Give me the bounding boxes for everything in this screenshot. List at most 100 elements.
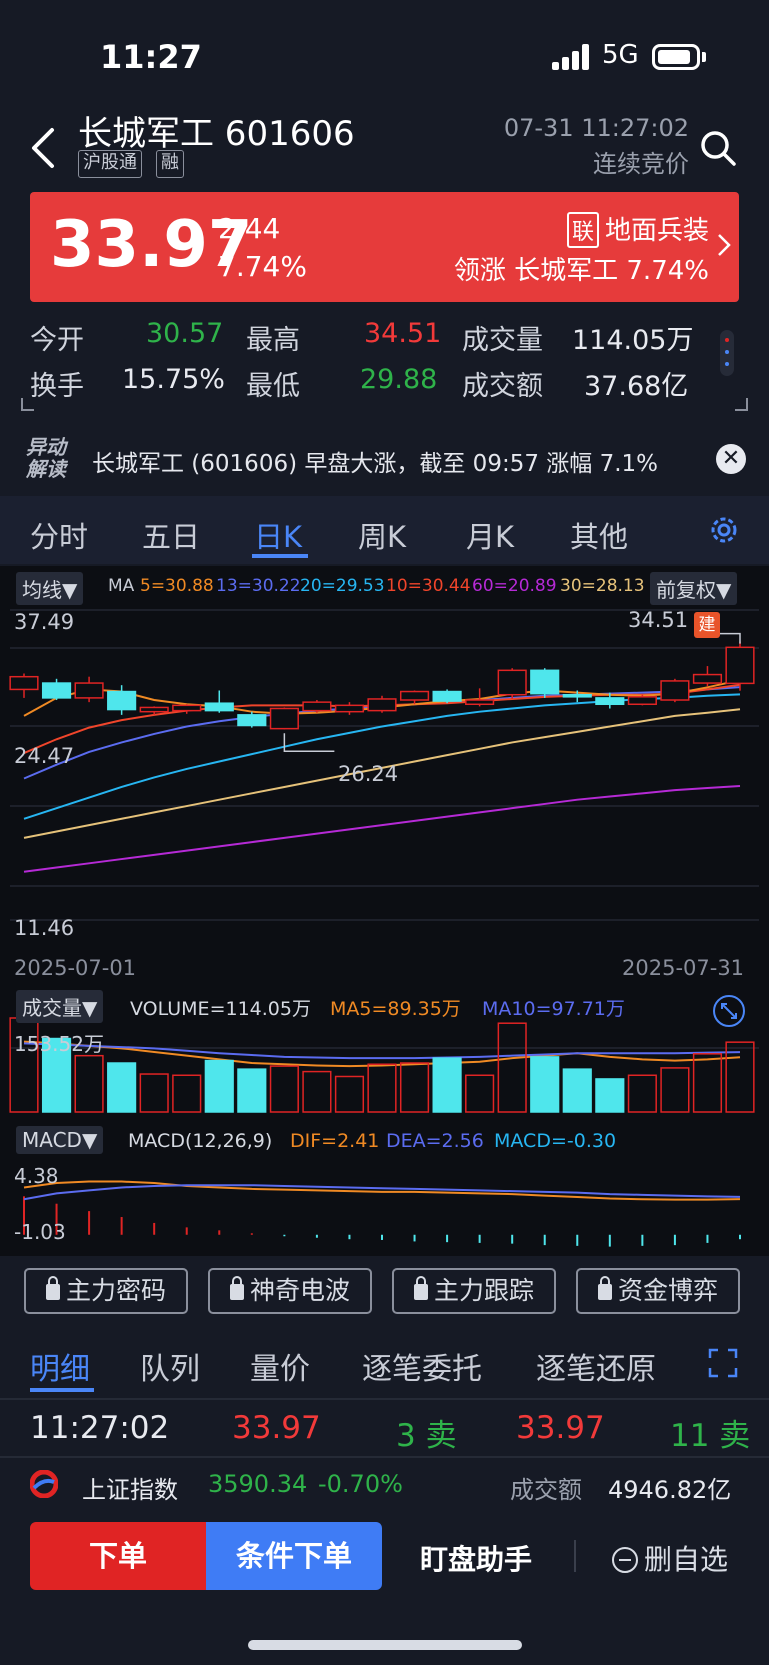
volume-label: 成交量 — [462, 325, 543, 356]
feature-fund-game[interactable]: 资金博弈 — [576, 1268, 740, 1314]
feature-magic-wave[interactable]: 神奇电波 — [208, 1268, 372, 1314]
candle-body — [302, 701, 332, 712]
subtab-order-by-order[interactable]: 逐笔委托 — [362, 1344, 482, 1388]
tab-monthly-k[interactable]: 月K — [466, 514, 514, 556]
sector-badge: 联 — [566, 212, 599, 248]
volume-bar — [172, 1074, 202, 1113]
divider — [0, 1398, 769, 1400]
price-change-pct: 7.74% — [218, 250, 307, 283]
news-headline[interactable]: 长城军工 (601606) 早盘大涨，截至 09:57 涨幅 7.1% — [92, 444, 658, 478]
high-value: 34.51 — [364, 318, 442, 349]
lock-icon — [597, 1276, 612, 1300]
gear-icon[interactable] — [706, 512, 742, 548]
low-marker — [283, 733, 335, 753]
turnover-value: 15.75% — [122, 364, 225, 395]
volume-bar — [269, 1065, 299, 1113]
lock-icon — [45, 1276, 60, 1300]
volume-dropdown[interactable]: 成交量▼ — [16, 990, 104, 1023]
conditional-order-button[interactable]: 条件下单 — [206, 1522, 382, 1590]
home-indicator — [248, 1640, 522, 1650]
open-value: 30.57 — [146, 318, 224, 349]
order-button[interactable]: 下单 — [30, 1522, 206, 1590]
ma10-value: 10=30.44 — [386, 576, 471, 596]
expand-icon[interactable] — [712, 994, 746, 1028]
volume-bar — [107, 1062, 137, 1113]
battery-icon — [652, 44, 700, 70]
candle-body — [139, 706, 169, 713]
volume-value: 114.05万 — [572, 325, 694, 356]
fullscreen-icon[interactable] — [708, 1348, 738, 1378]
candle-body — [562, 693, 592, 698]
build-badge[interactable]: 建 — [694, 612, 720, 638]
volume-bar — [237, 1068, 267, 1113]
macd-dif: DIF=2.41 — [290, 1130, 380, 1152]
subtab-detail[interactable]: 明细 — [30, 1344, 90, 1388]
subtab-volume-price[interactable]: 量价 — [250, 1344, 310, 1388]
feature-main-code[interactable]: 主力密码 — [24, 1268, 188, 1314]
volume-bar — [74, 1054, 104, 1113]
candle-body — [269, 707, 299, 730]
low-value: 29.88 — [360, 364, 438, 395]
candle-body — [41, 682, 72, 699]
sector-leader: 领涨 长城军工 7.74% — [453, 256, 709, 286]
price-change: 2.44 — [218, 212, 281, 245]
search-icon[interactable] — [698, 128, 738, 168]
tab-weekly-k[interactable]: 周K — [358, 514, 406, 556]
kline-chart[interactable] — [0, 600, 769, 1256]
volume-bar — [530, 1056, 560, 1113]
candle-body — [497, 669, 527, 696]
candle-body — [74, 682, 104, 699]
back-arrow-icon[interactable] — [24, 120, 64, 176]
volume-bar — [432, 1057, 462, 1113]
watch-helper-button[interactable]: 盯盘助手 — [420, 1538, 532, 1578]
volume-bar — [399, 1062, 430, 1113]
candle-body — [595, 697, 625, 706]
volume-bar — [367, 1063, 397, 1113]
sector-link[interactable]: 联地面兵装 — [566, 210, 709, 248]
macd-axis-top: 4.38 — [14, 1164, 59, 1188]
volume-bar — [204, 1059, 234, 1113]
remove-watchlist-button[interactable]: 删自选 — [612, 1538, 728, 1578]
close-icon[interactable]: ✕ — [716, 444, 746, 474]
low-marker-label: 26.24 — [338, 762, 399, 786]
candle-body — [237, 714, 267, 727]
subtab-queue[interactable]: 队列 — [140, 1344, 200, 1388]
tab-intraday[interactable]: 分时 — [30, 514, 88, 556]
subtab-trade-replay[interactable]: 逐笔还原 — [536, 1344, 656, 1388]
ma13-value: 13=30.22 — [216, 576, 301, 596]
network-type: 5G — [602, 40, 639, 70]
macd-value: MACD=-0.30 — [494, 1130, 617, 1152]
y-axis-mid: 24.47 — [14, 744, 75, 768]
chevron-right-icon[interactable] — [716, 232, 732, 258]
index-name[interactable]: 上证指数 — [82, 1470, 178, 1505]
tag-margin: 融 — [156, 150, 184, 178]
tab-other[interactable]: 其他 — [570, 514, 628, 556]
divider — [0, 1456, 769, 1458]
macd-axis-bottom: -1.03 — [14, 1220, 66, 1244]
candle-body — [627, 696, 657, 706]
more-menu-icon[interactable] — [720, 330, 734, 376]
volume-ma5: MA5=89.35万 — [330, 998, 461, 1020]
status-time: 11:27 — [100, 38, 202, 76]
volume-bar — [562, 1068, 592, 1113]
high-label: 最高 — [246, 325, 300, 356]
vol_ma10-line — [23, 1042, 741, 1060]
candle-body — [9, 675, 39, 691]
macd-dropdown[interactable]: MACD▼ — [16, 1126, 104, 1154]
date-end: 2025-07-31 — [622, 956, 745, 980]
candle-body — [334, 704, 365, 713]
y-axis-bottom: 11.46 — [14, 916, 75, 940]
index-amount: 4946.82亿 — [608, 1476, 732, 1504]
feature-main-track[interactable]: 主力跟踪 — [392, 1268, 556, 1314]
tab-five-day[interactable]: 五日 — [142, 514, 200, 556]
sector-name: 地面兵装 — [604, 216, 709, 246]
ma-prefix: MA — [108, 576, 135, 596]
divider — [574, 1540, 576, 1572]
ma30-value: 30=28.13 — [560, 576, 645, 596]
tab-daily-k[interactable]: 日K — [254, 514, 302, 556]
volume-bar — [465, 1074, 495, 1113]
tick-price-1: 33.97 — [232, 1410, 321, 1446]
candle-body — [465, 699, 495, 706]
volume-bar — [660, 1067, 690, 1113]
minus-circle-icon — [612, 1547, 638, 1573]
